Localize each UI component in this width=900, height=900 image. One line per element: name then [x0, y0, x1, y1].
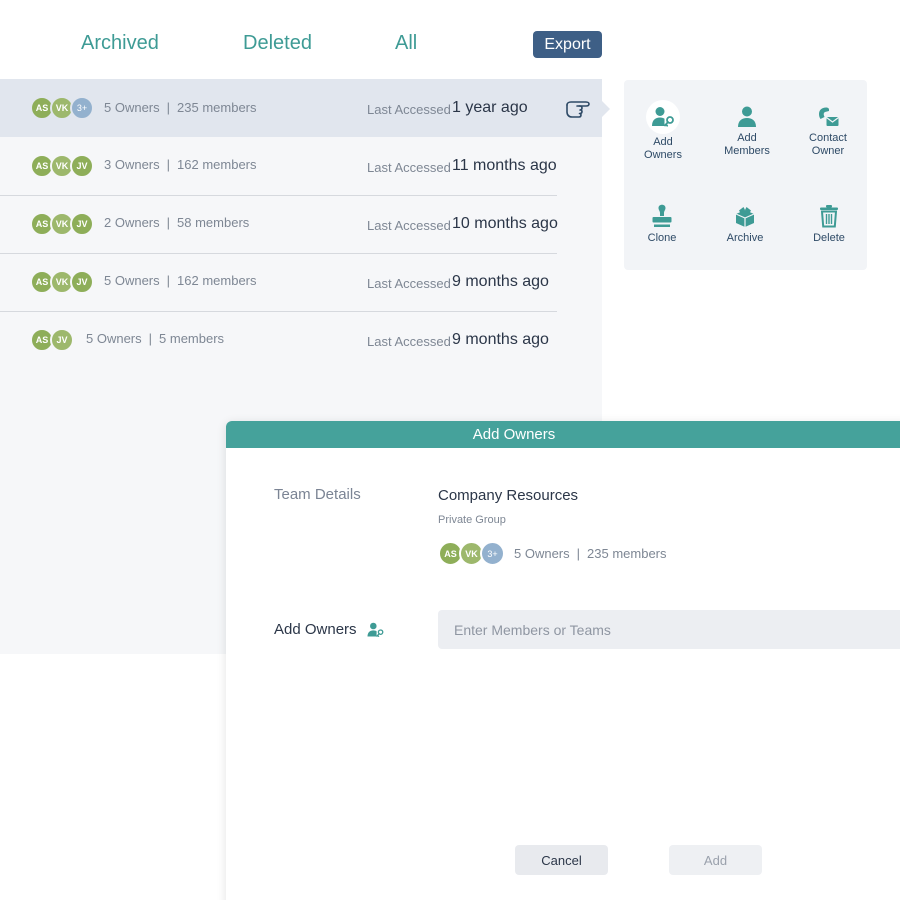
delete-action-label: Delete: [813, 232, 845, 244]
team-row[interactable]: AS VK JV 5 Owners | 162 members Last Acces…: [0, 253, 557, 311]
user-key-icon: [652, 107, 674, 127]
avatar-group: AS VK JV: [30, 270, 94, 294]
team-details-label: Team Details: [274, 486, 361, 503]
avatar-group: AS VK 3+: [438, 541, 505, 566]
pointing-hand-icon[interactable]: [565, 97, 591, 119]
row-counts: 5 Owners | 235 members: [104, 100, 257, 115]
avatar-group: AS JV: [30, 328, 74, 352]
add-button[interactable]: Add: [669, 845, 762, 875]
separator: |: [166, 100, 171, 115]
owners-count: 3 Owners: [104, 157, 160, 172]
last-accessed-value: 10 months ago: [452, 215, 558, 232]
user-key-icon: [367, 622, 383, 637]
add-members-action-label: Add Members: [724, 132, 770, 157]
team-row[interactable]: AS VK JV 3 Owners | 162 members Last Acces…: [0, 137, 557, 195]
add-owners-icon-wrap: [646, 100, 680, 134]
team-counts: 5 Owners | 235 members: [514, 546, 667, 561]
owners-count: 5 Owners: [104, 273, 160, 288]
add-owners-action[interactable]: Add Owners: [629, 100, 697, 162]
add-owners-label-text: Add Owners: [274, 621, 357, 638]
owners-count: 5 Owners: [514, 546, 570, 561]
avatar: JV: [70, 270, 94, 294]
avatar: JV: [50, 328, 74, 352]
trash-icon: [820, 205, 838, 228]
actions-popover: Add Owners Add Members Contact Owner Clone: [624, 80, 867, 270]
tab-deleted[interactable]: Deleted: [243, 32, 312, 55]
team-row[interactable]: AS JV 5 Owners | 5 members Last Accessed 9…: [0, 311, 557, 369]
last-accessed-value: 9 months ago: [452, 331, 549, 348]
separator: |: [148, 331, 153, 346]
separator: |: [576, 546, 581, 561]
avatar: JV: [70, 212, 94, 236]
members-count: 58 members: [177, 215, 250, 230]
row-counts: 5 Owners | 5 members: [86, 331, 224, 346]
members-search-input[interactable]: [438, 610, 900, 649]
avatar-group: AS VK 3+: [30, 96, 94, 120]
add-owners-field-label: Add Owners: [274, 621, 385, 638]
last-accessed-label: Last Accessed: [367, 276, 451, 291]
add-members-action[interactable]: Add Members: [713, 106, 781, 158]
separator: |: [166, 215, 171, 230]
separator: |: [166, 273, 171, 288]
clone-action[interactable]: Clone: [628, 204, 696, 245]
team-name: Company Resources: [438, 487, 579, 504]
last-accessed-label: Last Accessed: [367, 160, 451, 175]
last-accessed-label: Last Accessed: [367, 218, 451, 233]
cancel-button[interactable]: Cancel: [515, 845, 608, 875]
archive-action-label: Archive: [726, 232, 764, 244]
members-count: 162 members: [177, 273, 257, 288]
archive-action[interactable]: Archive: [711, 204, 779, 245]
owners-count: 5 Owners: [104, 100, 160, 115]
tab-all[interactable]: All: [395, 32, 417, 55]
export-button[interactable]: Export: [533, 31, 602, 58]
contact-owner-action[interactable]: Contact Owner: [794, 106, 862, 158]
row-counts: 3 Owners | 162 members: [104, 157, 257, 172]
owners-count: 2 Owners: [104, 215, 160, 230]
add-owners-modal: Add Owners Team Details Company Resource…: [226, 421, 900, 900]
row-counts: 5 Owners | 162 members: [104, 273, 257, 288]
tab-archived[interactable]: Archived: [81, 32, 159, 55]
avatar: JV: [70, 154, 94, 178]
members-count: 5 members: [159, 331, 225, 346]
contact-owner-action-label: Contact Owner: [809, 132, 847, 157]
last-accessed-label: Last Accessed: [367, 102, 451, 117]
last-accessed-value: 11 months ago: [452, 157, 557, 174]
modal-title: Add Owners: [472, 426, 556, 443]
avatar-more: 3+: [70, 96, 94, 120]
phone-mail-icon: [819, 107, 839, 126]
delete-action[interactable]: Delete: [795, 204, 863, 245]
members-count: 162 members: [177, 157, 257, 172]
add-owners-action-label: Add Owners: [644, 136, 682, 161]
members-count: 235 members: [177, 100, 257, 115]
team-row[interactable]: AS VK 3+ 5 Owners | 235 members Last Acces…: [0, 79, 602, 137]
team-type: Private Group: [438, 514, 506, 526]
avatar-more: 3+: [480, 541, 505, 566]
avatar-group: AS VK JV: [30, 212, 94, 236]
row-counts: 2 Owners | 58 members: [104, 215, 249, 230]
archive-box-icon: [735, 207, 755, 227]
members-count: 235 members: [587, 546, 667, 561]
last-accessed-value: 1 year ago: [452, 99, 528, 116]
separator: |: [166, 157, 171, 172]
last-accessed-label: Last Accessed: [367, 334, 451, 349]
clone-action-label: Clone: [647, 232, 677, 244]
owners-count: 5 Owners: [86, 331, 142, 346]
modal-header: Add Owners: [226, 421, 900, 448]
last-accessed-value: 9 months ago: [452, 273, 549, 290]
team-row[interactable]: AS VK JV 2 Owners | 58 members Last Access…: [0, 195, 558, 253]
avatar-group: AS VK JV: [30, 154, 94, 178]
popover-arrow: [602, 101, 610, 117]
stamp-icon: [652, 204, 672, 227]
user-icon: [738, 106, 756, 127]
